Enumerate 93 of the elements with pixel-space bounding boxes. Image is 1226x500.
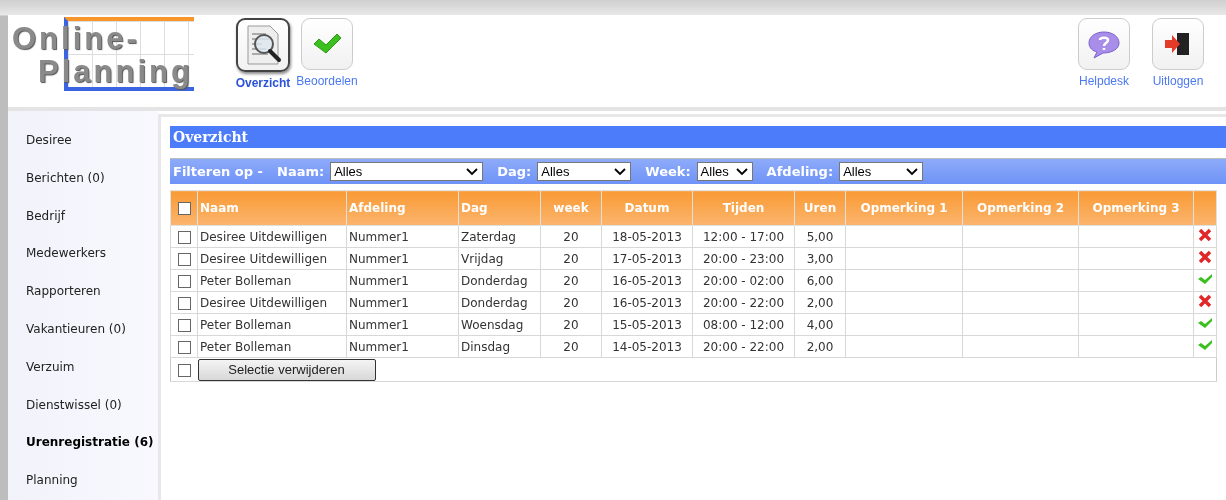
- filter-dropdown[interactable]: Alles: [839, 162, 924, 181]
- sidebar-item[interactable]: Planning: [8, 473, 158, 500]
- sidebar-item[interactable]: Vakantieuren (0): [8, 322, 158, 360]
- column-header: Uren: [794, 190, 846, 226]
- table-cell: Donderdag: [458, 269, 541, 292]
- filter-label: Week:: [645, 164, 691, 179]
- table-cell: Nummer1: [346, 247, 459, 270]
- sidebar-item[interactable]: Dienstwissel (0): [8, 397, 158, 436]
- table-cell: 2,00: [794, 335, 846, 358]
- column-header: Opmerking 1: [845, 190, 963, 226]
- sidebar-item[interactable]: Desiree: [8, 133, 158, 171]
- column-header: Opmerking 2: [962, 190, 1079, 226]
- table-cell: 6,00: [794, 269, 846, 292]
- sidebar-item[interactable]: Urenregistratie (6): [8, 435, 158, 474]
- table-cell: Desiree Uitdewilligen: [197, 291, 347, 314]
- panel-title: Overzicht: [170, 126, 1226, 148]
- filter-dropdown[interactable]: Alles: [696, 162, 753, 181]
- filter-label: Dag:: [497, 164, 532, 179]
- table-cell: 4,00: [794, 313, 846, 336]
- table-cell: Nummer1: [346, 291, 459, 314]
- checkmark-icon: [312, 32, 342, 56]
- chevron-icon: [466, 167, 479, 176]
- checkbox[interactable]: [177, 340, 191, 354]
- sidebar-item[interactable]: Verzuim: [8, 359, 158, 398]
- column-header: Afdeling: [346, 190, 459, 226]
- table-cell: 14-05-2013: [601, 335, 693, 358]
- table-cell: 5,00: [794, 225, 846, 248]
- cross-icon: [1198, 228, 1212, 242]
- table-cell: 12:00 - 17:00: [692, 225, 795, 248]
- chevron-icon: [614, 167, 627, 176]
- table-cell: 18-05-2013: [601, 225, 693, 248]
- checkmark-icon: [1197, 339, 1213, 351]
- table-cell: Desiree Uitdewilligen: [197, 225, 347, 248]
- help-bubble-icon: [1087, 29, 1121, 59]
- checkbox[interactable]: [177, 363, 191, 377]
- checkbox[interactable]: [177, 202, 191, 215]
- cross-icon: [1198, 294, 1212, 308]
- table-cell: 15-05-2013: [601, 313, 693, 336]
- table-cell: Peter Bolleman: [197, 313, 347, 336]
- column-header: Dag: [458, 190, 541, 226]
- sidebar-item[interactable]: Medewerkers: [8, 246, 158, 285]
- table-cell: Desiree Uitdewilligen: [197, 247, 347, 270]
- sidebar-item[interactable]: Berichten (0): [8, 170, 158, 209]
- table-cell: 20: [540, 335, 602, 358]
- table-cell: 20: [540, 291, 602, 314]
- table-cell: 16-05-2013: [601, 291, 693, 314]
- checkbox[interactable]: [177, 230, 191, 244]
- column-header: Opmerking 3: [1078, 190, 1194, 226]
- table-cell: 20: [540, 313, 602, 336]
- sidebar-item[interactable]: Bedrijf: [8, 208, 158, 247]
- table-cell: 2,00: [794, 291, 846, 314]
- checkbox[interactable]: [177, 296, 191, 310]
- table-cell: Nummer1: [346, 335, 459, 358]
- table-cell: Nummer1: [346, 269, 459, 292]
- table-cell: Peter Bolleman: [197, 335, 347, 358]
- filter-label: Afdeling:: [766, 164, 834, 179]
- column-header: Tijden: [692, 190, 795, 226]
- table-cell: Vrijdag: [458, 247, 541, 270]
- filter-label: Naam:: [277, 164, 325, 179]
- column-header: week: [540, 190, 602, 226]
- delete-selection-button[interactable]: Selectie verwijderen: [197, 358, 376, 381]
- chevron-icon: [735, 167, 748, 176]
- checkbox[interactable]: [177, 252, 191, 266]
- table-cell: Nummer1: [346, 313, 459, 336]
- table-cell: 20:00 - 22:00: [692, 291, 795, 314]
- checkmark-icon: [1197, 273, 1213, 285]
- table-cell: Dinsdag: [458, 335, 541, 358]
- table-cell: Nummer1: [346, 225, 459, 248]
- table-cell: 20: [540, 269, 602, 292]
- table-cell: 17-05-2013: [601, 247, 693, 270]
- checkmark-icon: [1197, 317, 1213, 329]
- filter-dropdown[interactable]: Alles: [330, 162, 484, 181]
- table-cell: 20: [540, 247, 602, 270]
- table-cell: 20: [540, 225, 602, 248]
- column-header: Datum: [601, 190, 693, 226]
- table-cell: 16-05-2013: [601, 269, 693, 292]
- sidebar-item[interactable]: Rapporteren: [8, 284, 158, 322]
- table-cell: 20:00 - 02:00: [692, 269, 795, 292]
- chevron-icon: [906, 167, 919, 176]
- checkbox[interactable]: [177, 274, 191, 288]
- cross-icon: [1198, 250, 1212, 264]
- checkbox[interactable]: [177, 318, 191, 332]
- table-cell: 20:00 - 23:00: [692, 247, 795, 270]
- table-cell: Woensdag: [458, 313, 541, 336]
- table-cell: Donderdag: [458, 291, 541, 314]
- table-cell: 3,00: [794, 247, 846, 270]
- table-cell: 08:00 - 12:00: [692, 313, 795, 336]
- filter-label: Filteren op -: [173, 164, 263, 179]
- table-cell: Zaterdag: [458, 225, 541, 248]
- table-cell: 20:00 - 22:00: [692, 335, 795, 358]
- column-header: Naam: [197, 190, 347, 226]
- table-cell: Peter Bolleman: [197, 269, 347, 292]
- filter-dropdown[interactable]: Alles: [537, 162, 632, 181]
